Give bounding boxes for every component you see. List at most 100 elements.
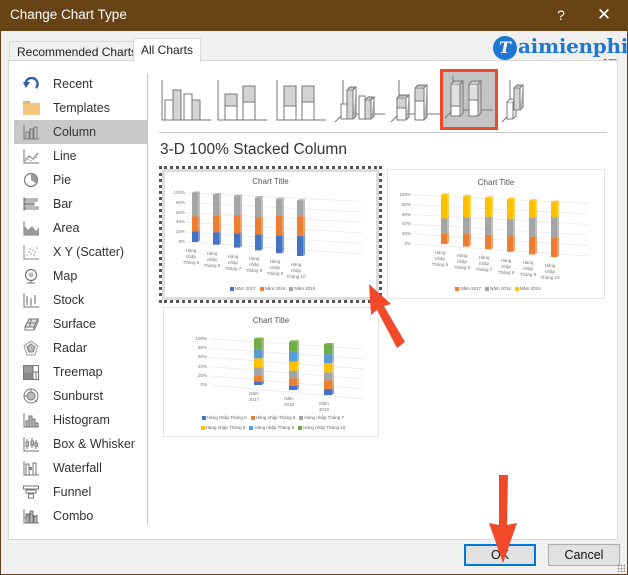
sidebar-item-combo[interactable]: Combo xyxy=(14,504,147,528)
close-button[interactable]: ✕ xyxy=(586,3,622,27)
sidebar-item-label: Bar xyxy=(53,197,73,211)
bar-segment xyxy=(234,196,240,216)
x-tick-label: Năm 2018 xyxy=(283,396,294,407)
3d-stacked-column-icon xyxy=(390,80,441,123)
folder-icon xyxy=(22,100,40,116)
sidebar-item-bar[interactable]: Bar xyxy=(14,192,147,216)
sidebar-item-label: Waterfall xyxy=(53,461,102,475)
bar-segment-side xyxy=(557,216,559,238)
bar-segment-side xyxy=(262,366,264,376)
bar-segment-side xyxy=(535,215,537,237)
chart-preview-2[interactable]: Chart Title 100% 80% 60% 40% 20% 0% Hàng nhập T… xyxy=(387,169,605,299)
legend-label: Hàng nhập Tháng 9 xyxy=(254,425,295,430)
bar-segment xyxy=(507,236,513,252)
sidebar-item-box-whisker[interactable]: Box & Whisker xyxy=(14,432,147,456)
sidebar-item-map[interactable]: Map xyxy=(14,264,147,288)
bar-segment-side xyxy=(219,230,221,245)
y-tick-label: 20% xyxy=(197,372,207,378)
3d-100-stacked-column-icon xyxy=(444,76,493,119)
tab-all-charts[interactable]: All Charts xyxy=(133,38,202,62)
sidebar-item-recent[interactable]: Recent xyxy=(14,72,147,96)
preview-plot xyxy=(187,191,363,256)
gridline xyxy=(209,357,365,370)
3d-100-stacked-column-button[interactable] xyxy=(440,69,498,130)
bar-segment-side xyxy=(513,234,515,252)
sidebar-item-funnel[interactable]: Funnel xyxy=(14,480,147,504)
clustered-column-button[interactable] xyxy=(159,72,217,130)
bar-segment xyxy=(485,197,491,217)
sidebar-item-waterfall[interactable]: Waterfall xyxy=(14,456,147,480)
preview-legend: Hàng nhập Tháng 5 Hàng nhập Tháng 6 Hàng n… xyxy=(164,415,378,420)
3d-column-button[interactable] xyxy=(500,72,558,130)
chart-preview-3[interactable]: Chart Title 100% 80% 60% 40% 20% 0% Năm 2017 Năm… xyxy=(163,307,379,437)
legend-swatch xyxy=(259,286,264,291)
sidebar-item-stock[interactable]: Stock xyxy=(14,288,147,312)
funnel-chart-icon xyxy=(22,484,40,500)
y-tick-label: 40% xyxy=(197,363,207,369)
bar-segment-side xyxy=(261,215,263,235)
surface-chart-icon xyxy=(22,316,40,332)
sidebar-item-pie[interactable]: Pie xyxy=(14,168,147,192)
x-tick-label: Hàng nhập Tháng 9 xyxy=(519,260,537,278)
bar-segment xyxy=(192,231,198,242)
bar-segment xyxy=(551,237,557,257)
sidebar-item-area[interactable]: Area xyxy=(14,216,147,240)
sidebar-item-column[interactable]: Column xyxy=(14,120,147,144)
sidebar-item-label: Treemap xyxy=(53,365,103,379)
chart-preview-1[interactable]: Chart Title 100% 80% 60% 40% 20% 0% Hàng nhập T… xyxy=(159,166,382,303)
map-chart-icon xyxy=(22,268,40,284)
bar-segment-side xyxy=(303,199,305,217)
sidebar-item-sunburst[interactable]: Sunburst xyxy=(14,384,147,408)
bar-segment xyxy=(213,215,219,233)
ok-button[interactable]: OK xyxy=(464,544,536,566)
y-tick-label: 80% xyxy=(175,199,185,205)
bar-segment-side xyxy=(535,235,537,255)
stock-chart-icon xyxy=(22,292,40,308)
area-chart-icon xyxy=(22,220,40,236)
cancel-button[interactable]: Cancel xyxy=(548,544,620,566)
bar-segment-side xyxy=(469,216,471,235)
scatter-chart-icon xyxy=(22,244,40,260)
resize-grip[interactable] xyxy=(617,564,625,572)
bar-segment-side xyxy=(282,197,284,216)
sidebar-item-label: Box & Whisker xyxy=(53,437,135,451)
change-chart-type-dialog: Change Chart Type ? ✕ T aimienphi .vn Re… xyxy=(0,0,628,575)
bar-segment xyxy=(485,234,491,250)
x-tick-label: Hàng nhập Tháng 5 xyxy=(431,250,449,267)
bar-segment-side xyxy=(332,370,334,381)
bar-segment-side xyxy=(198,191,200,217)
x-tick-label: Hàng nhập Tháng 10 xyxy=(540,263,560,280)
bar-segment xyxy=(551,202,557,218)
bar-segment xyxy=(529,236,535,255)
sidebar-item-label: Histogram xyxy=(53,413,110,427)
sidebar-item-histogram[interactable]: Histogram xyxy=(14,408,147,432)
sidebar-item-surface[interactable]: Surface xyxy=(14,312,147,336)
legend-swatch xyxy=(201,415,206,420)
bar-segment-side xyxy=(297,360,299,371)
gridline xyxy=(413,233,589,246)
stacked-column-button[interactable] xyxy=(215,72,273,130)
100-stacked-column-icon xyxy=(276,80,326,121)
sidebar-item-radar[interactable]: Radar xyxy=(14,336,147,360)
100-stacked-column-button[interactable] xyxy=(274,72,332,130)
bar-segment xyxy=(297,216,303,237)
bar-segment-side xyxy=(219,214,221,233)
bar-segment xyxy=(213,232,219,245)
help-button[interactable]: ? xyxy=(546,3,576,27)
gridline xyxy=(413,224,589,236)
sidebar-item-templates[interactable]: Templates xyxy=(14,96,147,120)
bar-segment xyxy=(441,218,447,234)
treemap-chart-icon xyxy=(22,364,40,380)
bar-segment xyxy=(463,217,469,235)
sidebar-item-line[interactable]: Line xyxy=(14,144,147,168)
3d-stacked-column-button[interactable] xyxy=(389,72,447,130)
sidebar-item-label: Area xyxy=(53,221,80,235)
tab-recommended-charts[interactable]: Recommended Charts xyxy=(9,41,146,61)
bar-segment-side xyxy=(282,214,284,236)
x-tick-label: Hàng nhập Tháng 7 xyxy=(224,253,242,271)
3d-clustered-column-button[interactable] xyxy=(333,72,391,130)
bar-segment xyxy=(529,200,535,218)
sidebar-item-treemap[interactable]: Treemap xyxy=(14,360,147,384)
legend-swatch xyxy=(200,425,205,430)
sidebar-item-x-y-scatter[interactable]: X Y (Scatter) xyxy=(14,240,147,264)
